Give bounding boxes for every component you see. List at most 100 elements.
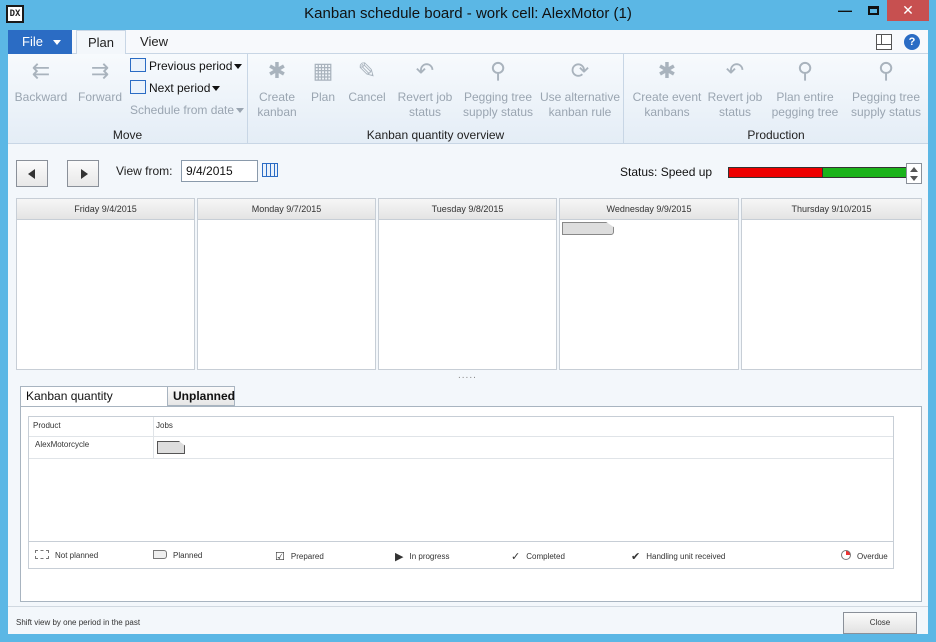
view-from-date-input[interactable] [181,160,258,182]
legend-prepared-label: Prepared [290,552,324,561]
pegging-tree-icon: ⚲ [489,58,507,83]
backward-label: Backward [14,90,68,104]
kanban-job-card[interactable] [562,222,614,235]
status-label: Status: Speed up [620,165,713,179]
maximize-icon [867,6,879,15]
next-period-nav-button[interactable] [67,160,99,187]
column-header-product[interactable]: Product [33,417,61,435]
prepared-icon: ☑ [275,551,285,563]
status-indicator-fill [822,168,907,177]
legend-prepared: ☑ Prepared [275,550,324,563]
chevron-down-icon [212,86,221,92]
legend-in-progress-label: In progress [409,552,450,561]
status-footer: Shift view by one period in the past Clo… [8,606,928,634]
legend-planned-label: Planned [173,551,203,560]
previous-period-button[interactable]: Previous period [130,57,243,75]
app-window: DX Kanban schedule board - work cell: Al… [0,0,936,642]
help-icon[interactable]: ? [904,34,920,50]
status-indicator-bar [728,167,908,178]
plan-pegging-label-1: Plan entire [776,90,834,104]
tab-view[interactable]: View [130,30,178,55]
status-spinner[interactable] [906,163,922,184]
day-column[interactable]: Friday 9/4/2015 [16,198,195,370]
production-revert-job-status-button[interactable]: ↶ Revert job status [706,56,764,120]
previous-period-label: Previous period [149,59,233,73]
ribbon-tab-bar: File Plan View ? [8,30,928,55]
table-row[interactable]: AlexMotorcycle [29,437,893,459]
chevron-down-icon [234,64,243,70]
calendar-icon[interactable] [262,163,278,177]
use-alternative-kanban-rule-button[interactable]: ⟳ Use alternative kanban rule [538,56,622,120]
day-column[interactable]: Thursday 9/10/2015 [741,198,922,370]
status-message: Shift view by one period in the past [16,618,141,627]
legend-in-progress: ▶ In progress [395,550,450,563]
tab-unplanned[interactable]: Unplanned [167,386,235,406]
pegging-tree-label-2: supply status [462,105,534,119]
legend-overdue: Overdue [841,550,888,561]
close-button[interactable]: Close [843,612,917,634]
previous-period-nav-button[interactable] [16,160,48,187]
plan-icon: ▦ [312,58,334,83]
chevron-up-icon[interactable] [910,167,918,172]
column-header-jobs[interactable]: Jobs [156,417,173,435]
title-bar: DX Kanban schedule board - work cell: Al… [0,0,936,28]
alt-rule-label-1: Use alternative [539,90,621,104]
day-column[interactable]: Monday 9/7/2015 [197,198,376,370]
panel-splitter[interactable]: ..... [458,370,477,381]
triangle-right-icon [81,169,88,179]
backward-button[interactable]: ⇇ Backward [12,56,70,105]
create-event-label-2: kanbans [644,105,690,119]
alt-rule-label-2: kanban rule [548,105,612,119]
forward-label: Forward [77,90,122,104]
chevron-down-icon[interactable] [910,176,918,181]
production-pegging-label-2: supply status [850,105,922,119]
day-column[interactable]: Wednesday 9/9/2015 [559,198,739,370]
previous-period-icon [130,58,146,72]
legend-overdue-label: Overdue [857,552,888,561]
production-revert-label-1: Revert job [707,90,763,104]
layout-icon[interactable] [876,34,892,50]
legend-completed: ✓ Completed [511,550,565,563]
legend-not-planned: Not planned [35,550,98,560]
tab-plan[interactable]: Plan [76,30,126,55]
create-kanban-icon: ✱ [267,58,287,83]
pegging-tree-icon: ⚲ [796,58,814,83]
legend-completed-label: Completed [526,552,565,561]
undo-icon: ↶ [415,58,435,83]
planned-icon [153,550,167,559]
pegging-tree-supply-status-button[interactable]: ⚲ Pegging tree supply status [458,56,538,120]
revert-job-status-button[interactable]: ↶ Revert job status [392,56,458,120]
plan-button[interactable]: ▦ Plan [306,56,340,105]
schedule-from-date-label: Schedule from date [130,103,235,117]
day-column[interactable]: Tuesday 9/8/2015 [378,198,557,370]
cancel-icon: ✎ [357,58,377,83]
production-pegging-tree-supply-status-button[interactable]: ⚲ Pegging tree supply status [846,56,926,120]
maximize-button[interactable] [859,0,887,21]
production-pegging-label-1: Pegging tree [851,90,921,104]
plan-entire-pegging-tree-button[interactable]: ⚲ Plan entire pegging tree [766,56,844,120]
schedule-from-date-button[interactable]: Schedule from date [130,101,245,119]
create-event-kanbans-button[interactable]: ✱ Create event kanbans [628,56,706,120]
close-window-button[interactable]: ✕ [887,0,929,21]
create-kanban-label-2: kanban [257,105,297,119]
next-period-button[interactable]: Next period [130,79,221,97]
legend: Not planned Planned ☑ Prepared ▶ In progre… [29,541,893,568]
legend-handling-unit-received-label: Handling unit received [646,552,726,561]
minimize-button[interactable]: — [831,0,859,21]
view-from-label: View from: [116,164,173,178]
pegging-tree-status-icon: ⚲ [877,58,895,83]
group-move: ⇇ Backward ⇉ Forward Previous period Nex… [8,54,248,144]
forward-button[interactable]: ⇉ Forward [72,56,128,105]
job-card[interactable] [157,441,185,454]
group-kanban-quantity-overview: ✱ Create kanban ▦ Plan ✎ Cancel ↶ Revert… [248,54,624,144]
cancel-button[interactable]: ✎ Cancel [344,56,390,105]
create-kanban-label-1: Create [258,90,296,104]
tab-kanban-quantity-overview[interactable]: Kanban quantity overview [20,386,168,421]
tab-file[interactable]: File [8,30,72,54]
chevron-down-icon [236,108,245,114]
handling-unit-received-icon: ✔ [631,551,641,563]
next-period-label: Next period [149,81,211,95]
completed-icon: ✓ [511,551,521,563]
next-period-icon [130,80,146,94]
create-kanban-button[interactable]: ✱ Create kanban [250,56,304,120]
